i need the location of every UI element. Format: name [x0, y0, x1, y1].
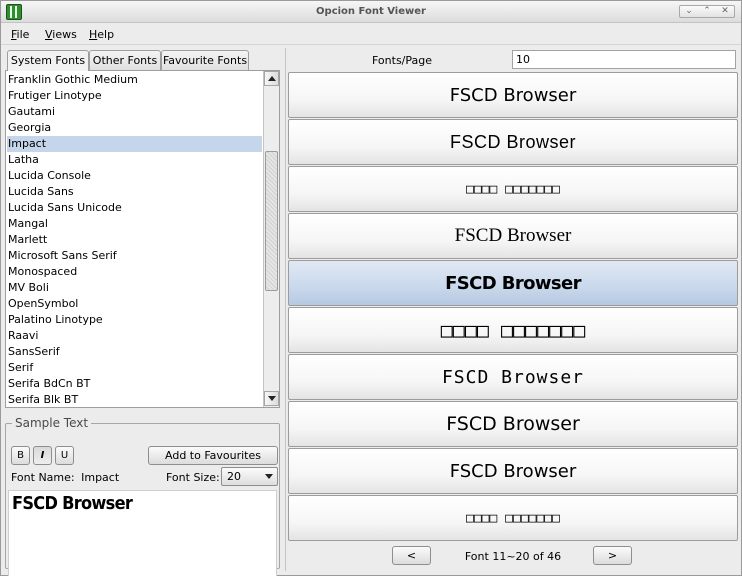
font-list-item[interactable]: Serifa Blk BT [7, 392, 262, 407]
font-preview-row[interactable]: FSCD Browser [288, 401, 738, 447]
font-size-select[interactable]: 20 [221, 467, 278, 486]
font-preview-row[interactable]: □□□□ □□□□□□□ [288, 495, 738, 541]
font-size-value: 20 [227, 470, 241, 483]
bold-button[interactable]: B [11, 446, 30, 465]
app-window: Opcion Font Viewer ⌄ ⌃ ✕ File Views Help… [0, 0, 742, 576]
font-list-item[interactable]: Franklin Gothic Medium [7, 72, 262, 88]
menu-views-label: iews [52, 28, 77, 41]
font-size-label: Font Size: [166, 471, 220, 484]
font-name-label: Font Name: [11, 471, 75, 484]
font-preview-row[interactable]: □□□□ □□□□□□□ [288, 307, 738, 353]
maximize-icon[interactable]: ⌃ [703, 6, 711, 17]
font-list-item[interactable]: Microsoft Sans Serif [7, 248, 262, 264]
close-icon[interactable]: ✕ [721, 6, 729, 17]
tab-system-fonts[interactable]: System Fonts [7, 50, 89, 71]
menu-file-label: ile [16, 28, 30, 41]
underline-button[interactable]: U [55, 446, 74, 465]
font-preview-row[interactable]: FSCD Browser [288, 448, 738, 494]
left-panel: System Fonts Other Fonts Favourite Fonts… [5, 48, 282, 576]
menu-bar: File Views Help [1, 24, 741, 45]
window-controls: ⌄ ⌃ ✕ [679, 5, 735, 18]
add-to-favourites-button[interactable]: Add to Favourites [148, 446, 278, 465]
chevron-down-icon [265, 474, 273, 479]
font-preview-row[interactable]: FSCD Browser [288, 260, 738, 306]
right-panel: Fonts/Page 10 FSCD Browser FSCD Browser □□… [287, 48, 739, 571]
sample-preview-text: FSCD Browser [12, 493, 133, 514]
font-list-item[interactable]: Serif [7, 360, 262, 376]
font-list-item[interactable]: Serifa BdCn BT [7, 376, 262, 392]
menu-help[interactable]: Help [89, 28, 114, 41]
font-list-item[interactable]: Gautami [7, 104, 262, 120]
title-bar[interactable]: Opcion Font Viewer ⌄ ⌃ ✕ [1, 1, 741, 23]
page-status: Font 11~20 of 46 [464, 550, 562, 563]
arrow-up-icon [268, 76, 276, 81]
font-preview-row[interactable]: FSCD Browser [288, 213, 738, 259]
font-list-item[interactable]: Marlett [7, 232, 262, 248]
font-list-item[interactable]: Georgia [7, 120, 262, 136]
sample-text-area[interactable]: FSCD Browser [8, 490, 277, 576]
font-list[interactable]: Franklin Gothic Medium Frutiger Linotype G… [5, 70, 280, 408]
font-name-row: Font Name: Impact [11, 471, 119, 484]
scroll-down-button[interactable] [264, 391, 279, 406]
font-list-item[interactable]: Raavi [7, 328, 262, 344]
font-list-item[interactable]: SansSerif [7, 344, 262, 360]
font-list-item[interactable]: Lucida Sans [7, 184, 262, 200]
font-list-item[interactable]: Frutiger Linotype [7, 88, 262, 104]
sample-legend: Sample Text [12, 416, 92, 430]
italic-button[interactable]: I [33, 446, 52, 465]
font-list-item[interactable]: Impact [7, 136, 262, 152]
tab-favourite-fonts[interactable]: Favourite Fonts [161, 50, 249, 70]
minimize-icon[interactable]: ⌄ [685, 6, 693, 17]
font-preview-row[interactable]: FSCD Browser [288, 354, 738, 400]
next-page-button[interactable]: > [593, 546, 632, 565]
panel-splitter[interactable] [285, 48, 286, 571]
sample-text-panel: B I U Add to Favourites Font Name: Impac… [5, 415, 280, 576]
arrow-down-icon [268, 396, 276, 401]
fonts-per-page-label: Fonts/Page [372, 54, 433, 67]
font-list-scrollbar[interactable] [263, 71, 279, 407]
font-list-item[interactable]: Palatino Linotype [7, 312, 262, 328]
tab-other-fonts[interactable]: Other Fonts [89, 50, 161, 70]
font-list-item[interactable]: Lucida Sans Unicode [7, 200, 262, 216]
font-preview-row[interactable]: FSCD Browser [288, 72, 738, 118]
sample-fieldset: B I U Add to Favourites Font Name: Impac… [5, 423, 280, 576]
font-list-item[interactable]: Lucida Console [7, 168, 262, 184]
scroll-up-button[interactable] [264, 71, 279, 86]
font-source-tabs: System Fonts Other Fonts Favourite Fonts [5, 50, 282, 71]
scroll-thumb[interactable] [265, 151, 278, 291]
font-list-item[interactable]: MV Boli [7, 280, 262, 296]
font-list-item[interactable]: Mangal [7, 216, 262, 232]
font-name-value: Impact [81, 471, 120, 484]
font-list-item[interactable]: Latha [7, 152, 262, 168]
fonts-per-page-input[interactable]: 10 [512, 50, 736, 69]
font-list-item[interactable]: OpenSymbol [7, 296, 262, 312]
menu-views[interactable]: Views [45, 28, 77, 41]
menu-file[interactable]: File [11, 28, 29, 41]
font-list-item[interactable]: Monospaced [7, 264, 262, 280]
window-title: Opcion Font Viewer [316, 6, 426, 17]
font-preview-row[interactable]: FSCD Browser [288, 119, 738, 165]
font-preview-row[interactable]: □□□□ □□□□□□□ [288, 166, 738, 212]
menu-help-label: elp [97, 28, 115, 41]
